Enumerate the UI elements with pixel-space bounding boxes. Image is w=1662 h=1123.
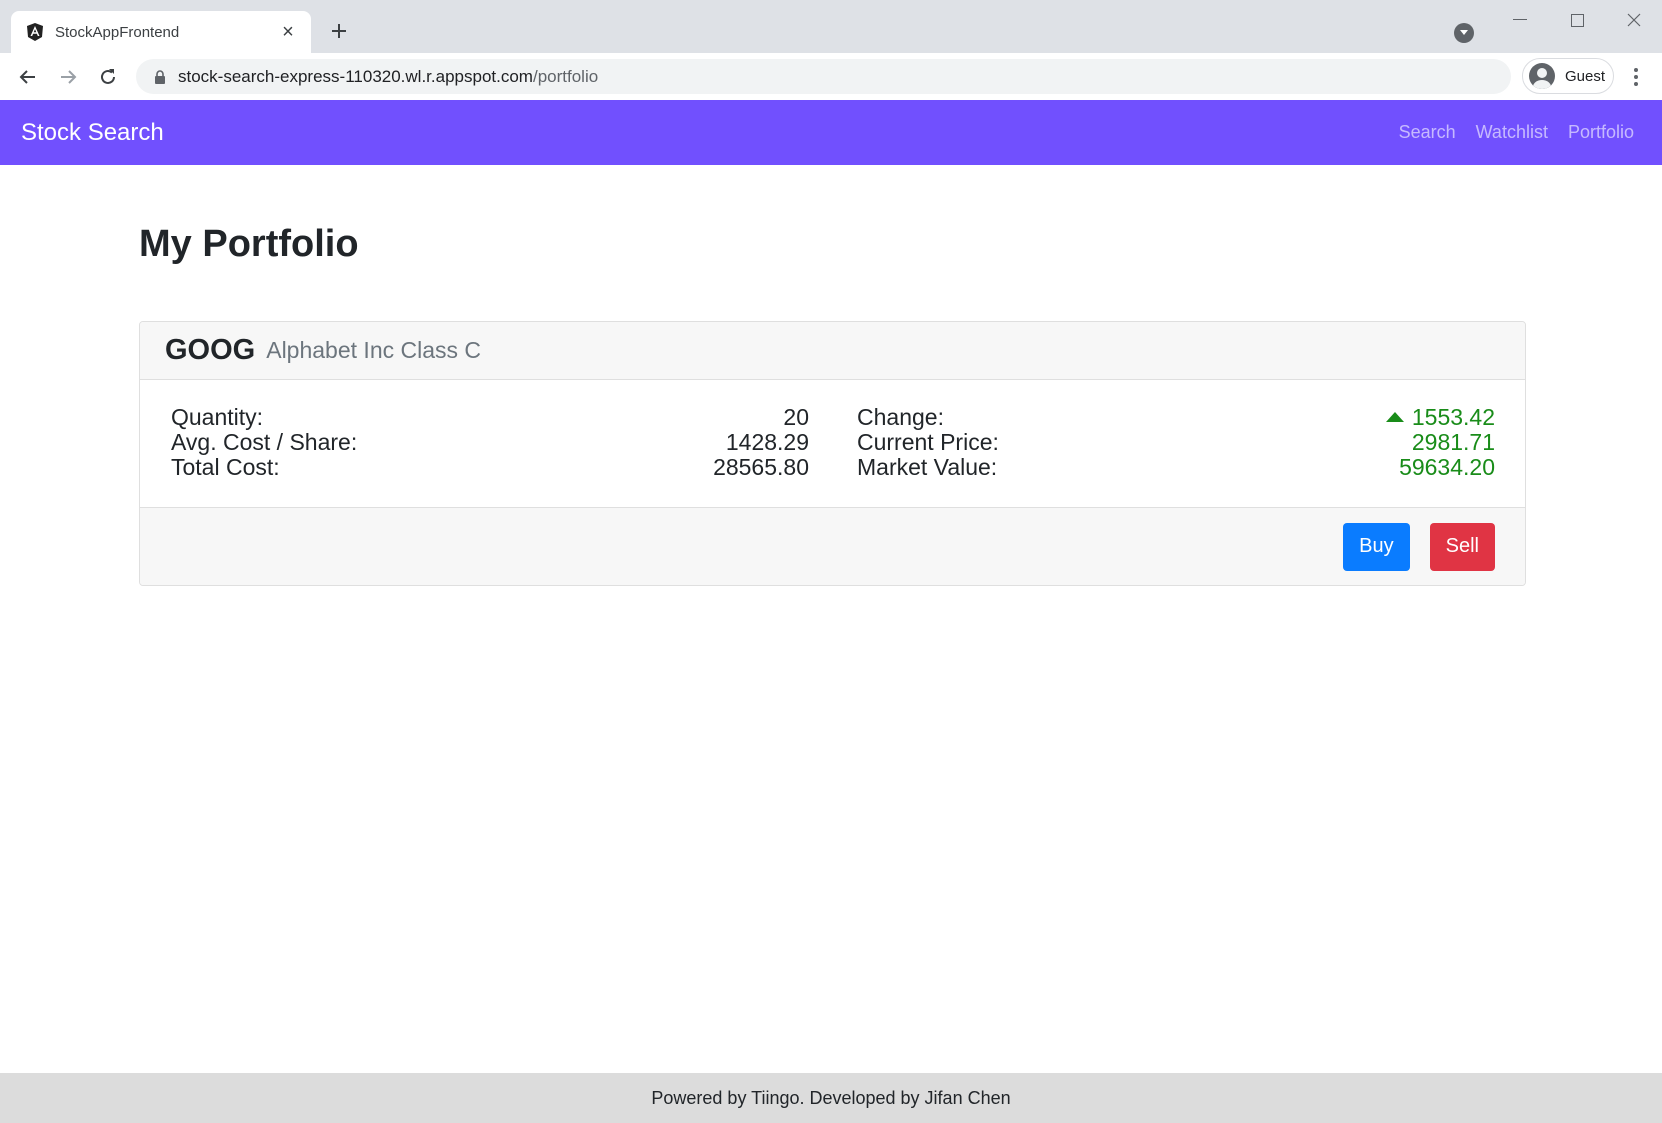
- tab-title: StockAppFrontend: [55, 23, 180, 41]
- quantity-row: Quantity: 20: [171, 405, 809, 430]
- current-price-row: Current Price: 2981.71: [857, 430, 1495, 455]
- url-path: /portfolio: [532, 66, 599, 86]
- market-value-value: 59634.20: [1399, 454, 1495, 480]
- card-body: Quantity: 20 Avg. Cost / Share: 1428.29 …: [140, 380, 1525, 507]
- stock-ticker[interactable]: GOOG: [165, 334, 255, 367]
- company-name: Alphabet Inc Class C: [266, 337, 482, 363]
- brand-link[interactable]: Stock Search: [21, 119, 164, 147]
- market-value-row: Market Value: 59634.20: [857, 455, 1495, 480]
- market-value-label: Market Value:: [857, 454, 998, 480]
- back-icon[interactable]: [14, 63, 42, 91]
- avatar-icon: [1529, 63, 1555, 89]
- nav-search-link[interactable]: Search: [1399, 122, 1456, 143]
- nav-watchlist-link[interactable]: Watchlist: [1476, 122, 1548, 143]
- portfolio-card: GOOG Alphabet Inc Class C Quantity: 20 A…: [139, 321, 1526, 586]
- footer-text: Powered by Tiingo. Developed by Jifan Ch…: [651, 1087, 1011, 1108]
- card-header: GOOG Alphabet Inc Class C: [140, 322, 1525, 380]
- profile-label: Guest: [1565, 67, 1606, 85]
- angular-icon: [27, 23, 43, 41]
- page-title: My Portfolio: [139, 223, 359, 265]
- new-tab-icon[interactable]: [326, 18, 352, 44]
- url-host: stock-search-express-110320.wl.r.appspot…: [178, 66, 533, 86]
- quantity-label: Quantity:: [171, 404, 264, 430]
- reload-icon[interactable]: [94, 63, 122, 91]
- value-column: Change: 1553.42 Current Price: 2981.71 M…: [857, 405, 1495, 507]
- total-cost-label: Total Cost:: [171, 454, 280, 480]
- total-cost-value: 28565.80: [713, 454, 809, 480]
- maximize-icon[interactable]: [1557, 8, 1597, 32]
- window-close-icon[interactable]: [1614, 8, 1654, 32]
- avg-cost-value: 1428.29: [725, 429, 809, 455]
- tab-search-icon[interactable]: [1454, 23, 1474, 43]
- main-content: My Portfolio GOOG Alphabet Inc Class C Q…: [139, 165, 1526, 586]
- total-cost-row: Total Cost: 28565.80: [171, 455, 809, 480]
- browser-menu-icon[interactable]: [1626, 63, 1646, 91]
- nav-portfolio-link[interactable]: Portfolio: [1568, 122, 1634, 143]
- app-navbar: Stock Search Search Watchlist Portfolio: [0, 100, 1662, 165]
- browser-tabstrip: StockAppFrontend ×: [0, 0, 1662, 53]
- change-row: Change: 1553.42: [857, 405, 1495, 430]
- address-bar[interactable]: stock-search-express-110320.wl.r.appspot…: [136, 59, 1511, 94]
- current-price-label: Current Price:: [857, 429, 999, 455]
- url-text: stock-search-express-110320.wl.r.appspot…: [178, 67, 598, 87]
- card-footer: Buy Sell: [140, 507, 1525, 585]
- cost-column: Quantity: 20 Avg. Cost / Share: 1428.29 …: [171, 405, 809, 507]
- browser-tab[interactable]: StockAppFrontend ×: [11, 11, 311, 53]
- current-price-value: 2981.71: [1411, 429, 1495, 455]
- profile-button[interactable]: Guest: [1522, 58, 1614, 94]
- buy-button[interactable]: Buy: [1343, 522, 1410, 571]
- change-value-wrap: 1553.42: [1385, 404, 1495, 430]
- minimize-icon[interactable]: [1500, 8, 1540, 32]
- sell-button[interactable]: Sell: [1429, 522, 1495, 571]
- change-value: 1553.42: [1411, 404, 1495, 430]
- lock-icon: [155, 69, 165, 84]
- browser-toolbar: stock-search-express-110320.wl.r.appspot…: [0, 53, 1662, 100]
- avg-cost-row: Avg. Cost / Share: 1428.29: [171, 430, 809, 455]
- close-tab-icon[interactable]: ×: [277, 21, 299, 43]
- avg-cost-label: Avg. Cost / Share:: [171, 429, 358, 455]
- change-label: Change:: [857, 404, 944, 430]
- page-footer: Powered by Tiingo. Developed by Jifan Ch…: [0, 1073, 1662, 1123]
- forward-icon[interactable]: [54, 63, 82, 91]
- nav-links: Search Watchlist Portfolio: [1399, 122, 1641, 143]
- caret-up-icon: [1385, 412, 1404, 422]
- quantity-value: 20: [783, 404, 809, 430]
